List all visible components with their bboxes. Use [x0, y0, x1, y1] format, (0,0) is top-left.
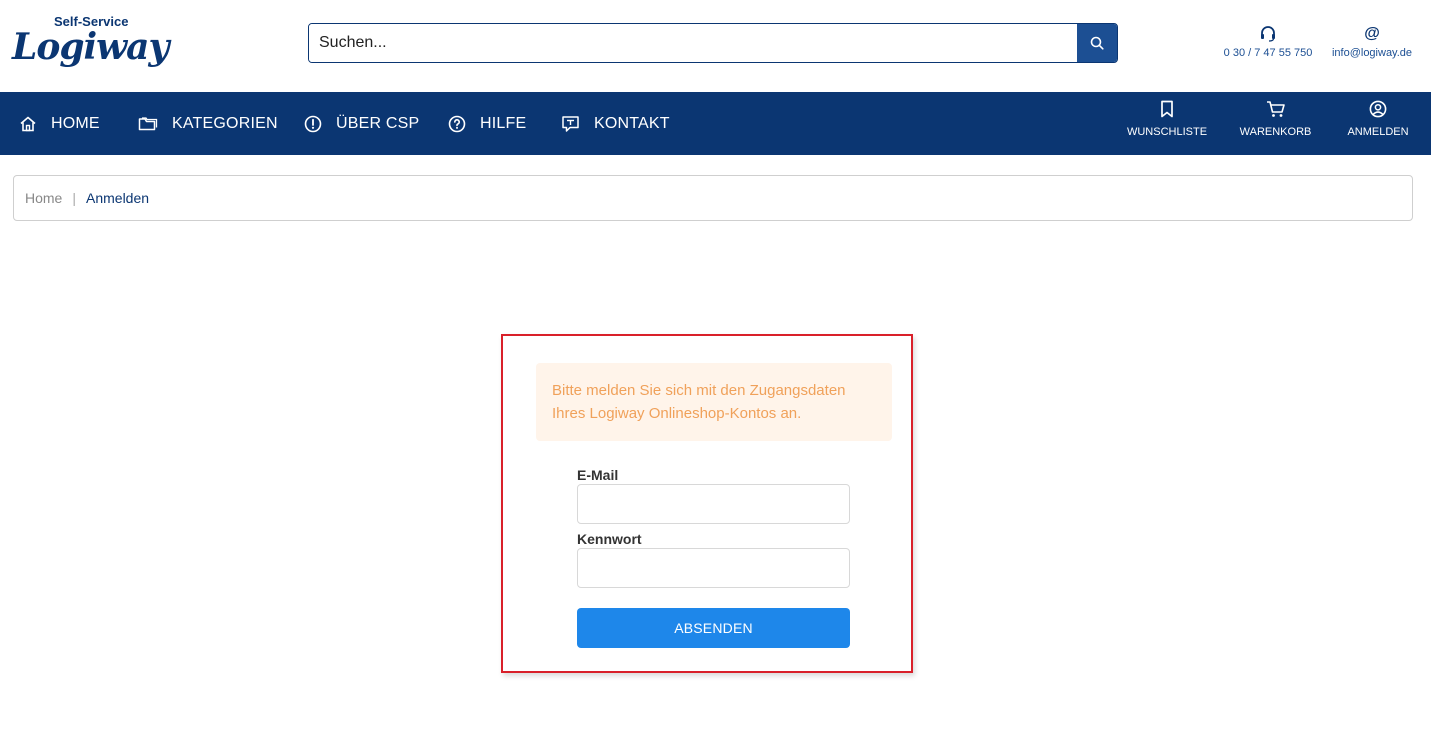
search-icon — [1090, 36, 1104, 50]
main-nav: HOME KATEGORIEN ÜBER CSP HILFE KONTAKT W… — [0, 92, 1431, 155]
nav-login-label: ANMELDEN — [1347, 126, 1409, 138]
breadcrumb-current: Anmelden — [86, 190, 150, 206]
login-form: Bitte melden Sie sich mit den Zugangsdat… — [501, 334, 913, 673]
phone-contact[interactable]: 0 30 / 7 47 55 750 — [1222, 26, 1314, 59]
email-contact[interactable]: @ info@logiway.de — [1330, 25, 1414, 60]
at-icon: @ — [1364, 25, 1380, 42]
nav-label-home: HOME — [51, 114, 100, 132]
folder-icon — [138, 116, 158, 130]
nav-label-hilfe: HILFE — [480, 114, 527, 132]
login-notice: Bitte melden Sie sich mit den Zugangsdat… — [536, 363, 892, 441]
question-circle-icon — [448, 115, 466, 132]
breadcrumb-home[interactable]: Home — [25, 190, 62, 206]
search-button[interactable] — [1077, 24, 1117, 62]
nav-login[interactable]: ANMELDEN — [1344, 100, 1412, 138]
nav-item-ueber-csp[interactable]: ÜBER CSP — [304, 92, 419, 155]
nav-label-kategorien: KATEGORIEN — [172, 114, 278, 132]
nav-item-kategorien[interactable]: KATEGORIEN — [138, 92, 278, 155]
nav-item-home[interactable]: HOME — [19, 92, 100, 155]
password-label: Kennwort — [577, 531, 642, 547]
nav-item-kontakt[interactable]: KONTAKT — [561, 92, 670, 155]
nav-cart[interactable]: WARENKORB — [1238, 100, 1313, 138]
nav-item-hilfe[interactable]: HILFE — [448, 92, 526, 155]
search-bar — [308, 23, 1118, 63]
search-input[interactable] — [309, 24, 1077, 62]
logo[interactable]: Self-Service Logiway — [12, 12, 169, 72]
nav-wishlist[interactable]: WUNSCHLISTE — [1127, 100, 1207, 138]
chat-icon — [562, 115, 579, 132]
phone-number: 0 30 / 7 47 55 750 — [1223, 47, 1313, 59]
headset-icon — [1261, 26, 1275, 42]
email-label: E-Mail — [577, 467, 619, 483]
nav-label-ueber-csp: ÜBER CSP — [336, 114, 420, 132]
info-circle-icon — [304, 115, 322, 132]
breadcrumb-separator: | — [72, 190, 76, 206]
password-field[interactable] — [577, 548, 850, 588]
email-address: info@logiway.de — [1331, 47, 1413, 59]
logo-brand: Logiway — [12, 26, 169, 68]
cart-icon — [1266, 101, 1285, 117]
header: Self-Service Logiway 0 30 / 7 47 55 750 … — [0, 0, 1431, 92]
email-field[interactable] — [577, 484, 850, 524]
submit-button[interactable]: ABSENDEN — [577, 608, 850, 648]
user-circle-icon — [1369, 100, 1387, 118]
bookmark-icon — [1161, 100, 1173, 118]
breadcrumb: Home | Anmelden — [13, 175, 1413, 221]
nav-cart-label: WARENKORB — [1239, 126, 1312, 138]
nav-label-kontakt: KONTAKT — [594, 114, 670, 132]
home-icon — [20, 116, 36, 131]
nav-wishlist-label: WUNSCHLISTE — [1126, 126, 1208, 138]
